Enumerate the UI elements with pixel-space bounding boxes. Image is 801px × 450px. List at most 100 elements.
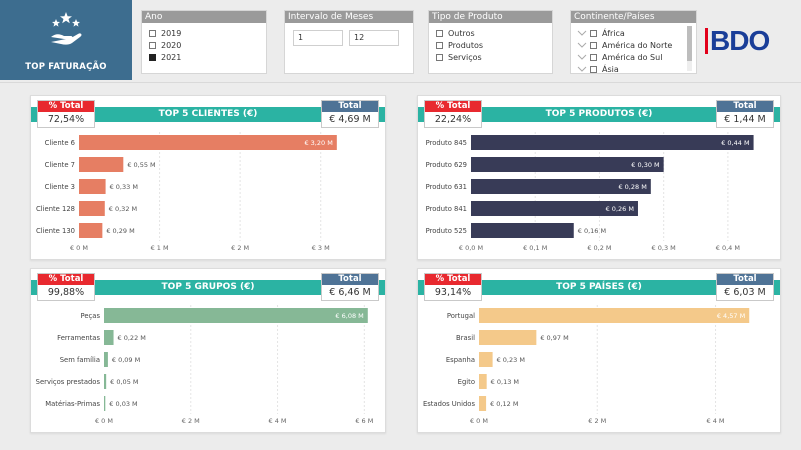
value-label: € 0,97 M [540, 334, 568, 342]
continente-scrollbar[interactable] [687, 26, 692, 71]
ano-slicer: Ano 2019 2020 2021 [141, 10, 267, 74]
x-tick-label: € 1 M [151, 244, 169, 252]
continente-option-label: América do Sul [602, 52, 663, 62]
ano-option-2019[interactable]: 2019 [149, 28, 181, 38]
logo-text: BDO [710, 25, 770, 56]
ano-option-label: 2020 [161, 40, 182, 50]
x-tick-label: € 0,2 M [587, 244, 611, 252]
x-tick-label: € 6 M [355, 417, 373, 425]
category-label: Produto 631 [426, 183, 467, 191]
meses-slicer: Intervalo de Meses 1 12 [284, 10, 414, 74]
bar[interactable] [79, 157, 124, 172]
x-tick-label: € 0,4 M [716, 244, 740, 252]
checkbox-icon[interactable] [436, 29, 443, 37]
category-label: Cliente 6 [45, 139, 75, 147]
ano-option-2020[interactable]: 2020 [149, 40, 181, 50]
continente-option-label: América do Norte [602, 40, 673, 50]
tipo-produto-option-produtos[interactable]: Produtos [436, 40, 483, 50]
card-top-paises: TOP 5 PAÍSES (€) % Total 93,14% Total € 6,… [417, 268, 781, 433]
continente-option-label: África [602, 28, 625, 38]
category-label: Ferramentas [57, 334, 100, 342]
checkbox-icon[interactable] [436, 53, 443, 61]
ano-option-label: 2021 [161, 52, 182, 62]
tipo-produto-slicer: Tipo de Produto Outros Produtos Serviços [428, 10, 553, 74]
x-tick-label: € 2 M [182, 417, 200, 425]
value-label: € 0,09 M [112, 356, 140, 364]
category-label: Brasil [456, 334, 475, 342]
x-tick-label: € 0 M [95, 417, 113, 425]
continente-option-america-sul[interactable]: América do Sul [577, 52, 662, 62]
checkbox-icon[interactable] [436, 41, 443, 49]
category-label: Produto 525 [426, 227, 467, 235]
x-tick-label: € 4 M [707, 417, 725, 425]
category-label: Produto 629 [426, 161, 467, 169]
bar[interactable] [79, 201, 105, 216]
bar[interactable] [104, 330, 114, 345]
category-label: Produto 845 [426, 139, 467, 147]
chevron-down-icon[interactable] [577, 64, 587, 74]
bar[interactable] [79, 135, 337, 150]
bar[interactable] [471, 223, 574, 238]
checkbox-icon[interactable] [590, 65, 597, 73]
bar[interactable] [479, 352, 493, 367]
ano-option-2021[interactable]: 2021 [149, 52, 181, 62]
scrollbar-thumb[interactable] [687, 26, 692, 61]
tipo-produto-option-label: Produtos [448, 40, 484, 50]
x-tick-label: € 0,0 M [459, 244, 483, 252]
continente-option-africa[interactable]: África [577, 28, 625, 38]
bar[interactable] [479, 308, 750, 323]
value-label: € 0,30 M [631, 161, 659, 169]
checkbox-icon[interactable] [590, 29, 597, 37]
checkbox-checked-icon[interactable] [149, 53, 156, 61]
bar[interactable] [104, 374, 107, 389]
x-tick-label: € 0 M [70, 244, 88, 252]
checkbox-icon[interactable] [590, 53, 597, 61]
continente-slicer: Continente/Países África América do Nort… [570, 10, 697, 74]
x-tick-label: € 0 M [470, 417, 488, 425]
chevron-down-icon[interactable] [577, 28, 587, 38]
value-label: € 0,29 M [106, 227, 134, 235]
mes-inicio-input[interactable]: 1 [293, 30, 343, 46]
tipo-produto-option-label: Outros [448, 28, 475, 38]
value-label: € 0,32 M [109, 205, 137, 213]
bdo-logo: BDO [705, 22, 770, 60]
chevron-down-icon[interactable] [577, 40, 587, 50]
bar[interactable] [79, 223, 103, 238]
bar-chart-clientes: € 0 M € 1 M € 2 M € 3 M Cliente 6 € 3,20 M Cli… [36, 132, 337, 252]
value-label: € 0,26 M [606, 205, 634, 213]
bar[interactable] [479, 374, 487, 389]
category-label: Cliente 130 [36, 227, 75, 235]
bar[interactable] [104, 396, 106, 411]
bar[interactable] [479, 330, 537, 345]
header-divider [0, 82, 801, 83]
bar-chart-paises: € 0 M € 2 M € 4 M Portugal € 4,57 M Brasil € 0… [423, 305, 750, 425]
chevron-down-icon[interactable] [577, 52, 587, 62]
bar[interactable] [79, 179, 106, 194]
x-tick-label: € 4 M [269, 417, 287, 425]
category-label: Cliente 3 [45, 183, 75, 191]
category-label: Serviços prestados [36, 378, 101, 386]
bar[interactable] [104, 308, 368, 323]
checkbox-icon[interactable] [590, 41, 597, 49]
category-label: Cliente 7 [45, 161, 75, 169]
mes-fim-input[interactable]: 12 [349, 30, 399, 46]
value-label: € 0,16 M [578, 227, 606, 235]
bar[interactable] [471, 135, 754, 150]
value-label: € 0,55 M [127, 161, 155, 169]
bar[interactable] [479, 396, 487, 411]
continente-option-america-norte[interactable]: América do Norte [577, 40, 672, 50]
checkbox-icon[interactable] [149, 41, 156, 49]
tipo-produto-option-label: Serviços [448, 52, 482, 62]
tipo-produto-option-servicos[interactable]: Serviços [436, 52, 482, 62]
dashboard: TOP FATURAÇÃO Ano 2019 2020 2021 Interva… [0, 0, 801, 450]
continente-option-asia[interactable]: Ásia [577, 64, 619, 74]
tipo-produto-option-outros[interactable]: Outros [436, 28, 475, 38]
card-top-grupos: TOP 5 GRUPOS (€) % Total 99,88% Total € 6,… [30, 268, 386, 433]
bar[interactable] [104, 352, 108, 367]
category-label: Espanha [446, 356, 475, 364]
checkbox-icon[interactable] [149, 29, 156, 37]
category-label: Matérias-Primas [45, 400, 100, 408]
logo-bar [705, 28, 708, 54]
x-tick-label: € 3 M [312, 244, 330, 252]
x-tick-label: € 0,3 M [652, 244, 676, 252]
